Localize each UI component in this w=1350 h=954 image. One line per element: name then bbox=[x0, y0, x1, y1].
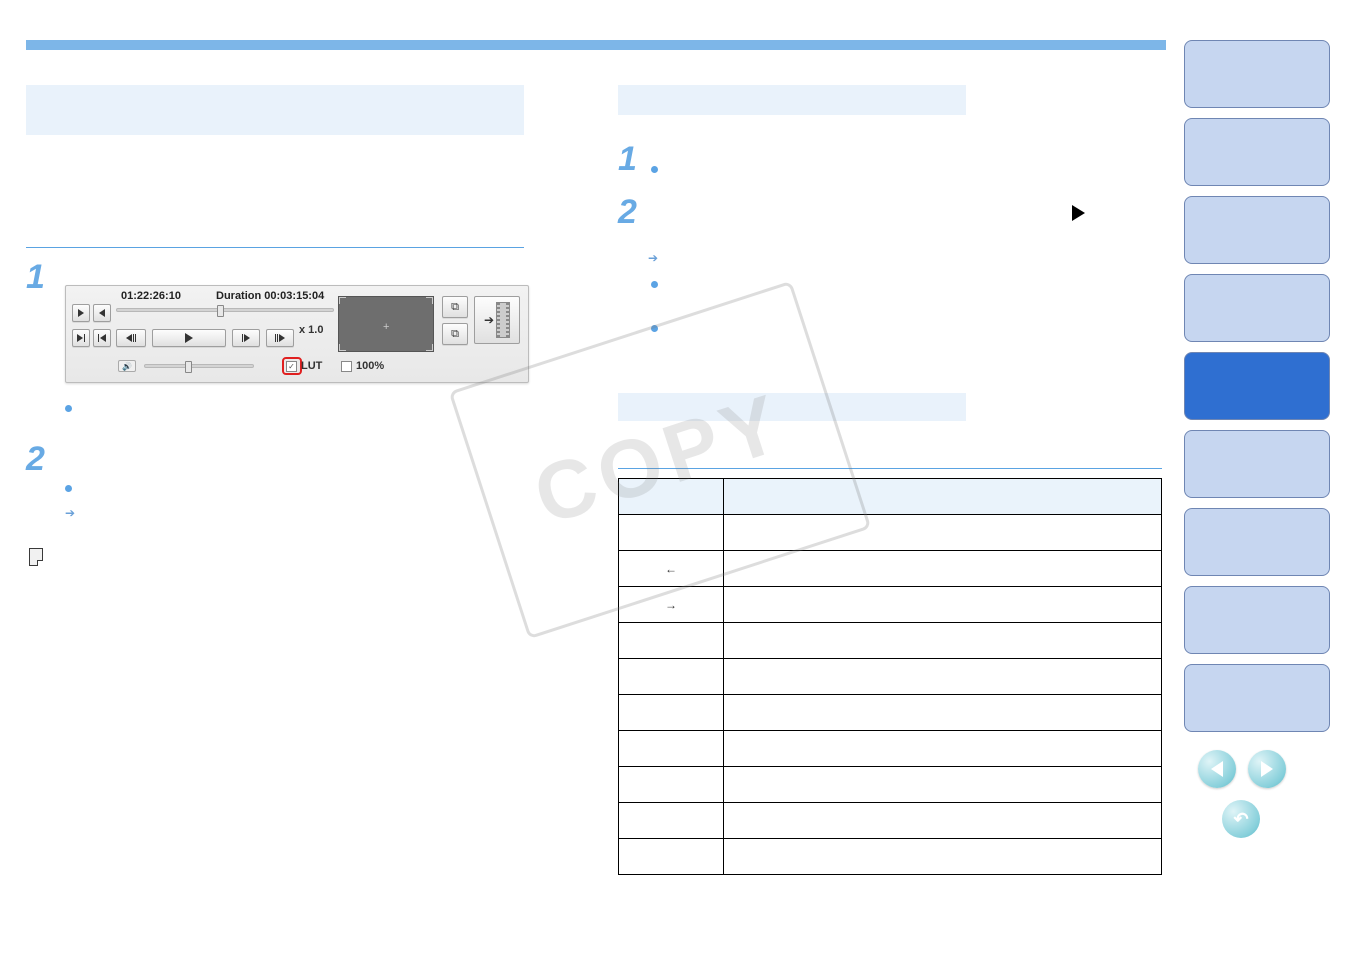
scrub-slider[interactable] bbox=[116, 308, 334, 312]
go-out-button[interactable] bbox=[93, 329, 111, 347]
sidebar-tab-3[interactable] bbox=[1184, 274, 1330, 342]
play-frame-button[interactable] bbox=[232, 329, 260, 347]
table-header-key bbox=[619, 479, 724, 515]
hundred-percent-label: 100% bbox=[356, 360, 384, 372]
shortcut-table: ← → bbox=[618, 478, 1162, 875]
playback-control-bar: 01:22:26:10 Duration 00:03:15:04 x 1.0 🔊… bbox=[65, 285, 529, 383]
swap-display-button[interactable]: ⧉ bbox=[442, 323, 468, 345]
table-row bbox=[619, 515, 1162, 551]
table-row bbox=[619, 839, 1162, 875]
step-number-1-left: 1 bbox=[26, 258, 45, 297]
divider-right bbox=[618, 468, 1162, 469]
chevron-right-icon bbox=[1261, 761, 1273, 777]
sidebar-tab-4[interactable] bbox=[1184, 352, 1330, 420]
section-title-right bbox=[618, 85, 966, 115]
speed-label: x 1.0 bbox=[299, 324, 323, 336]
arrow-icon: ➔ bbox=[648, 251, 658, 265]
section-title-left bbox=[26, 85, 524, 135]
filmstrip-icon bbox=[496, 302, 510, 338]
lut-label: LUT bbox=[301, 360, 322, 372]
chevron-left-icon bbox=[1211, 761, 1223, 777]
volume-icon[interactable]: 🔊 bbox=[118, 360, 136, 372]
bullet-icon bbox=[651, 325, 658, 332]
sidebar-tab-2[interactable] bbox=[1184, 196, 1330, 264]
play-clip-button[interactable] bbox=[266, 329, 294, 347]
sidebar-tab-5[interactable] bbox=[1184, 430, 1330, 498]
bullet-icon bbox=[65, 405, 72, 412]
table-row bbox=[619, 803, 1162, 839]
table-row bbox=[619, 659, 1162, 695]
bullet-icon bbox=[651, 281, 658, 288]
sidebar-tab-6[interactable] bbox=[1184, 508, 1330, 576]
table-row bbox=[619, 623, 1162, 659]
sidebar-tab-1[interactable] bbox=[1184, 118, 1330, 186]
sidebar-tab-8[interactable] bbox=[1184, 664, 1330, 732]
step-number-2-right: 2 bbox=[618, 193, 637, 232]
film-export-button[interactable]: ➔ bbox=[474, 296, 520, 344]
sidebar-tab-0[interactable] bbox=[1184, 40, 1330, 108]
bullet-icon bbox=[651, 166, 658, 173]
duration-label: Duration 00:03:15:04 bbox=[216, 290, 324, 302]
table-header-op bbox=[724, 479, 1162, 515]
sidebar-nav bbox=[1184, 40, 1330, 742]
step-number-2-left: 2 bbox=[26, 440, 45, 479]
top-bar bbox=[26, 40, 1166, 50]
return-button[interactable]: ↶ bbox=[1222, 800, 1260, 838]
divider-left bbox=[26, 247, 524, 248]
step-back-button[interactable] bbox=[116, 329, 146, 347]
timecode-label: 01:22:26:10 bbox=[121, 290, 181, 302]
mark-in-button[interactable] bbox=[72, 304, 90, 322]
section-title-right-2 bbox=[618, 393, 966, 421]
volume-slider[interactable] bbox=[144, 364, 254, 368]
mark-out-button[interactable] bbox=[93, 304, 111, 322]
table-row bbox=[619, 767, 1162, 803]
table-row bbox=[619, 731, 1162, 767]
go-in-button[interactable] bbox=[72, 329, 90, 347]
next-page-button[interactable] bbox=[1248, 750, 1286, 788]
table-row: ← bbox=[619, 551, 1162, 587]
page-nav bbox=[1198, 750, 1286, 788]
sidebar-tab-7[interactable] bbox=[1184, 586, 1330, 654]
table-row: → bbox=[619, 587, 1162, 623]
volume-thumb[interactable] bbox=[185, 361, 192, 373]
switch-display-button[interactable]: ⧉ bbox=[442, 296, 468, 318]
preview-display: + bbox=[338, 296, 434, 352]
table-row bbox=[619, 695, 1162, 731]
arrow-icon: ➔ bbox=[65, 506, 75, 520]
return-icon: ↶ bbox=[1233, 809, 1248, 830]
prev-page-button[interactable] bbox=[1198, 750, 1236, 788]
note-icon bbox=[29, 548, 43, 566]
lut-checkbox[interactable]: ✓ bbox=[286, 361, 297, 372]
hundred-percent-checkbox[interactable] bbox=[341, 361, 352, 372]
bullet-icon bbox=[65, 485, 72, 492]
play-icon bbox=[1072, 205, 1085, 221]
play-button[interactable] bbox=[152, 329, 226, 347]
scrub-thumb[interactable] bbox=[217, 305, 224, 317]
crosshair-icon: + bbox=[383, 321, 389, 333]
step-number-1-right: 1 bbox=[618, 140, 637, 179]
